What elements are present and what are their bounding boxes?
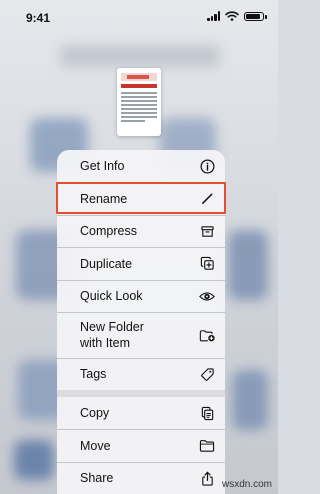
status-time: 9:41 [26,11,51,25]
menu-item-tags[interactable]: Tags [57,358,225,390]
menu-item-move[interactable]: Move [57,430,225,462]
menu-item-label: Tags [80,367,107,381]
folder-badge-plus-icon [199,327,215,343]
share-icon [199,470,215,486]
menu-item-duplicate[interactable]: Duplicate [57,248,225,280]
blurred-file-icon [232,370,268,430]
copy-icon [199,405,215,421]
archive-box-icon [199,223,215,239]
menu-item-label: Copy [80,406,110,420]
menu-item-label: Quick Look [80,289,143,303]
eye-icon [199,288,215,304]
tag-icon [199,366,215,382]
watermark-text: wsxdn.com [221,479,272,490]
cellular-signal-icon [207,11,220,21]
rename-highlight-outline [56,182,226,214]
menu-item-compress[interactable]: Compress [57,215,225,247]
document-thumbnail [117,68,161,136]
menu-item-label: Duplicate [80,256,133,271]
duplicate-icon [199,256,215,272]
blurred-header [60,45,220,67]
battery-icon [244,11,267,21]
blurred-file-icon [14,440,54,480]
menu-item-label: New Folder with Item [80,320,144,350]
status-icons [207,11,267,21]
menu-item-new-folder-with-item[interactable]: New Folder with Item [57,313,225,358]
wifi-icon [225,11,239,21]
menu-item-share[interactable]: Share [57,462,225,494]
menu-item-copy[interactable]: Copy [57,397,225,429]
status-bar: 9:41 [0,0,278,34]
menu-item-quick-look[interactable]: Quick Look [57,280,225,312]
folder-icon [199,438,215,454]
menu-item-label: Get Info [80,159,125,173]
menu-item-get-info[interactable]: Get Info [57,150,225,182]
menu-item-label: Compress [80,224,137,238]
blurred-file-icon [228,230,268,300]
menu-item-label: Move [80,438,111,453]
info-icon [199,158,215,174]
battery-level [246,13,261,19]
menu-item-label: Share [80,471,114,485]
